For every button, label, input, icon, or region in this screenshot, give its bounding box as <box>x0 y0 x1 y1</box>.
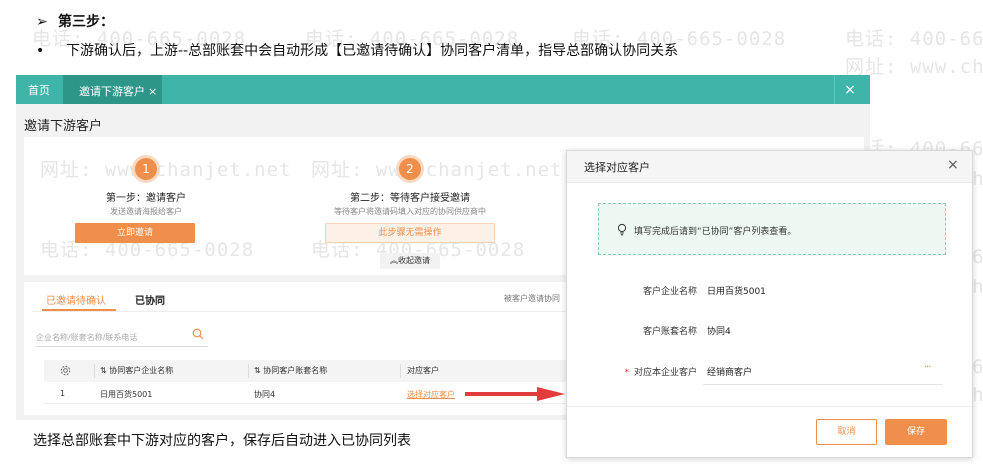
column-header: ⇅ 协同客户企业名称 <box>100 366 174 375</box>
dialog-header: 选择对应客户 × <box>567 151 972 183</box>
divider <box>94 364 95 378</box>
field-label: 客户账套名称 <box>642 327 697 337</box>
more-options-icon[interactable]: ··· <box>924 362 931 373</box>
step-title: 第三步： <box>58 14 114 30</box>
row-index: 1 <box>60 389 66 398</box>
watermark: 电话: 400-665 <box>845 28 983 50</box>
page-title: 邀请下游客户 <box>24 119 103 134</box>
step-number-1: 1 <box>135 158 157 180</box>
red-arrow-icon <box>465 387 565 401</box>
slide-page: 电话: 400-665-0028 电话: 400-665-0028 电话: 40… <box>0 0 983 464</box>
tab-collaborated[interactable]: 已协同 <box>135 292 165 307</box>
divider <box>400 364 401 378</box>
invite-now-button[interactable]: 立即邀请 <box>75 223 195 243</box>
tab-close-icon[interactable]: × <box>148 85 157 98</box>
gear-icon[interactable] <box>60 365 71 376</box>
search-box <box>36 327 208 347</box>
account-name-cell: 协同4 <box>254 390 276 399</box>
invited-by-customer-link[interactable]: 被客户邀请协同 <box>504 293 560 304</box>
description-text: 下游确认后，上游--总部账套中会自动形成【已邀请待确认】协同客户清单，指导总部确… <box>66 43 679 59</box>
step-2-title: 第二步：等待客户接受邀请 <box>350 193 470 204</box>
customer-company-value: 日用百货5001 <box>707 287 766 297</box>
tip-box: 填写完成后请到“已协同”客户列表查看。 <box>598 203 946 255</box>
step-number-2: 2 <box>399 158 421 180</box>
customer-account-value: 协同4 <box>707 327 731 337</box>
watermark: 网址: www.chanjet.net <box>311 159 563 181</box>
cancel-button[interactable]: 取消 <box>816 419 877 445</box>
search-input[interactable] <box>36 329 186 345</box>
step-heading: ➢ 第三步： <box>36 11 114 31</box>
no-action-needed-button: 此步骤无需操作 <box>325 223 495 243</box>
tab-home[interactable]: 首页 <box>28 82 50 98</box>
field-underline <box>703 384 943 385</box>
tab-label: 邀请下游客户 <box>79 85 145 98</box>
close-icon[interactable]: × <box>947 157 959 173</box>
search-icon[interactable] <box>192 328 204 340</box>
step-1-title: 第一步：邀请客户 <box>106 193 186 204</box>
field-label: 客户企业名称 <box>642 287 697 297</box>
dialog-title: 选择对应客户 <box>584 161 650 174</box>
column-header: 对应客户 <box>407 366 439 375</box>
divider <box>248 364 249 378</box>
divider <box>567 406 972 407</box>
step-description: • 下游确认后，上游--总部账套中会自动形成【已邀请待确认】协同客户清单，指导总部… <box>36 40 678 60</box>
tab-invite-downstream[interactable]: 邀请下游客户 × <box>63 75 162 104</box>
required-mark: * <box>624 368 629 378</box>
table-header: ⇅ 协同客户企业名称 ⇅ 协同客户账套名称 对应客户 <box>44 360 644 382</box>
watermark: 网址: www.chanjet.net <box>40 159 292 181</box>
collapse-invite-button[interactable]: ︽收起邀请 <box>380 253 440 269</box>
tip-text: 填写完成后请到“已协同”客户列表查看。 <box>634 227 797 237</box>
arrow-bullet-icon: ➢ <box>36 14 48 30</box>
lightbulb-icon <box>617 223 627 236</box>
tab-pending-confirm[interactable]: 已邀请待确认 <box>46 292 106 307</box>
step-2-desc: 等待客户将邀请码填入对应的协同供应商中 <box>334 207 486 216</box>
top-nav-bar: 首页 邀请下游客户 × × <box>16 75 870 104</box>
window-close-icon[interactable]: × <box>838 80 862 100</box>
caption: 选择总部账套中下游对应的客户，保存后自动进入已协同列表 <box>33 433 411 449</box>
required-field-label: * 对应本企业客户 <box>624 368 697 378</box>
company-name-cell: 日用百货5001 <box>100 390 153 399</box>
bullet-icon: • <box>36 43 45 59</box>
step-1-desc: 发送邀请海报给客户 <box>110 207 182 216</box>
select-customer-dialog: 选择对应客户 × 填写完成后请到“已协同”客户列表查看。 客户企业名称 日用百货… <box>566 150 973 458</box>
local-customer-select[interactable]: 经销商客户 <box>707 365 752 378</box>
select-customer-link[interactable]: 选择对应客户 <box>407 389 455 400</box>
divider <box>834 75 835 104</box>
save-button[interactable]: 保存 <box>885 419 947 445</box>
column-header: ⇅ 协同客户账套名称 <box>254 366 328 375</box>
